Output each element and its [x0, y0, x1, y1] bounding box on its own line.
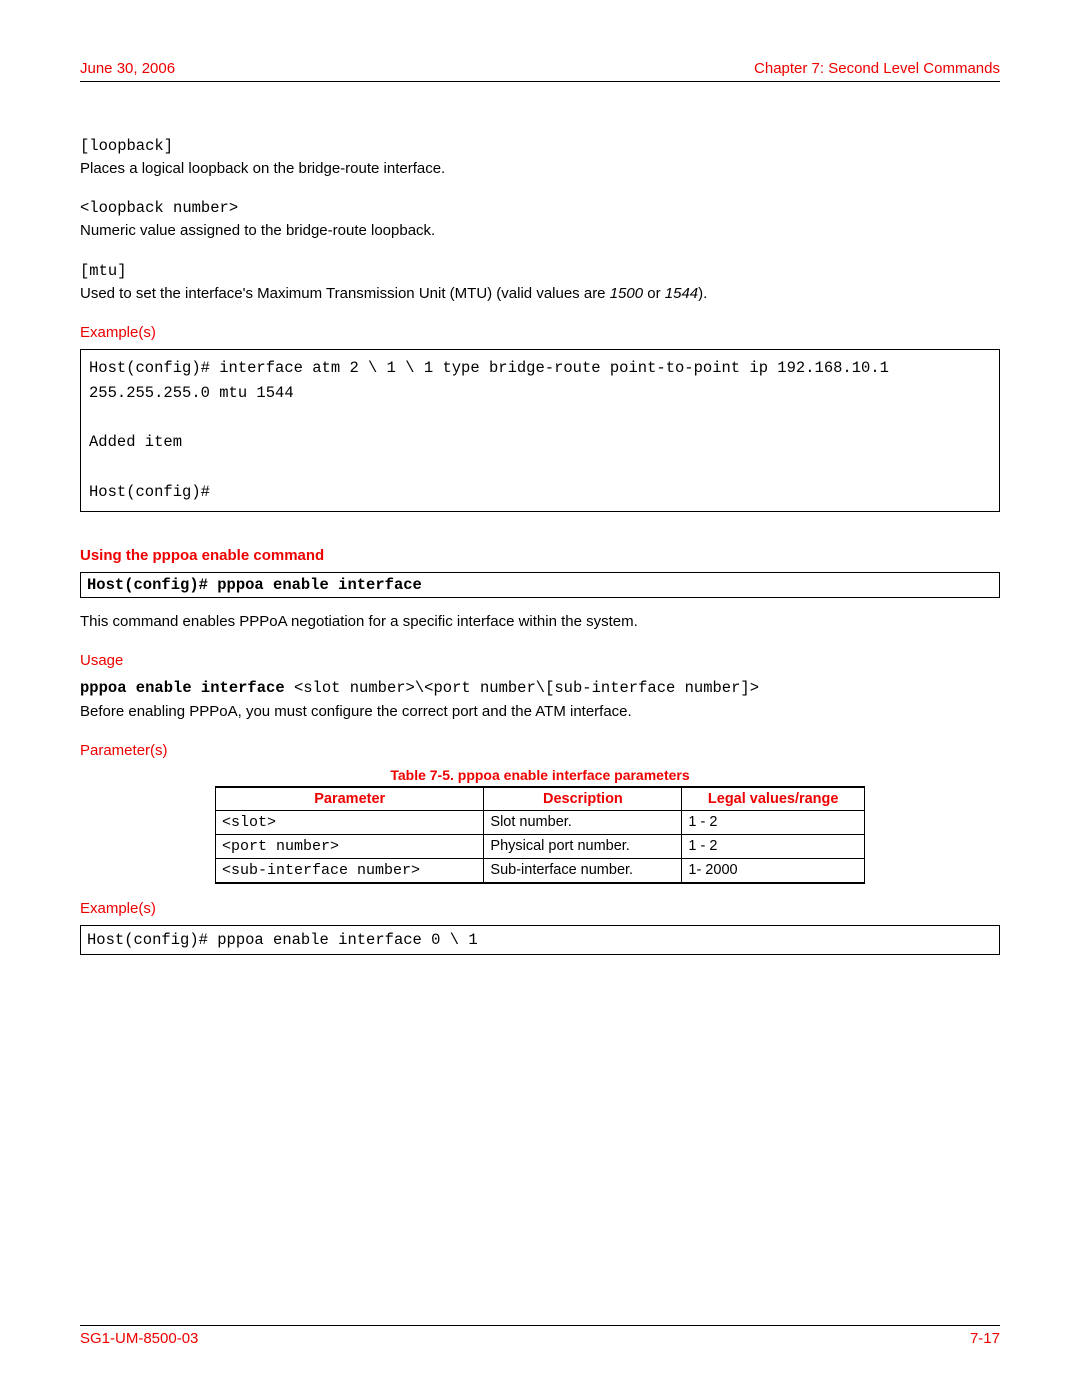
usage-syntax: pppoa enable interface <slot number>\<po… [80, 677, 1000, 700]
table-header-range: Legal values/range [682, 787, 865, 811]
mtu-desc: Used to set the interface's Maximum Tran… [80, 284, 1000, 304]
page-header: June 30, 2006 Chapter 7: Second Level Co… [80, 60, 1000, 82]
table-header-description: Description [484, 787, 682, 811]
examples-heading-1: Example(s) [80, 324, 1000, 341]
table-row: <sub-interface number> Sub-interface num… [216, 859, 865, 884]
example-code-2: Host(config)# pppoa enable interface 0 \… [80, 925, 1000, 955]
pppoa-description: This command enables PPPoA negotiation f… [80, 612, 1000, 632]
parameters-table: Parameter Description Legal values/range… [215, 786, 865, 884]
loopback-desc: Places a logical loopback on the bridge-… [80, 159, 1000, 179]
mtu-term: [mtu] [80, 262, 1000, 280]
table-row: <port number> Physical port number. 1 - … [216, 835, 865, 859]
footer-pagenum: 7-17 [970, 1330, 1000, 1347]
loopback-number-term: <loopback number> [80, 199, 1000, 217]
usage-heading: Usage [80, 652, 1000, 669]
examples-heading-2: Example(s) [80, 900, 1000, 917]
loopback-term: [loopback] [80, 137, 1000, 155]
header-date: June 30, 2006 [80, 60, 175, 77]
usage-note: Before enabling PPPoA, you must configur… [80, 702, 1000, 722]
parameters-heading: Parameter(s) [80, 742, 1000, 759]
footer-docnum: SG1-UM-8500-03 [80, 1330, 198, 1347]
example-code-1: Host(config)# interface atm 2 \ 1 \ 1 ty… [80, 349, 1000, 512]
header-chapter: Chapter 7: Second Level Commands [754, 60, 1000, 77]
table-row: <slot> Slot number. 1 - 2 [216, 811, 865, 835]
loopback-number-desc: Numeric value assigned to the bridge-rou… [80, 221, 1000, 241]
pppoa-section-heading: Using the pppoa enable command [80, 547, 1000, 564]
table-header-parameter: Parameter [216, 787, 484, 811]
pppoa-command-box: Host(config)# pppoa enable interface [80, 572, 1000, 598]
table-caption: Table 7-5. pppoa enable interface parame… [80, 767, 1000, 783]
page-footer: SG1-UM-8500-03 7-17 [80, 1325, 1000, 1347]
